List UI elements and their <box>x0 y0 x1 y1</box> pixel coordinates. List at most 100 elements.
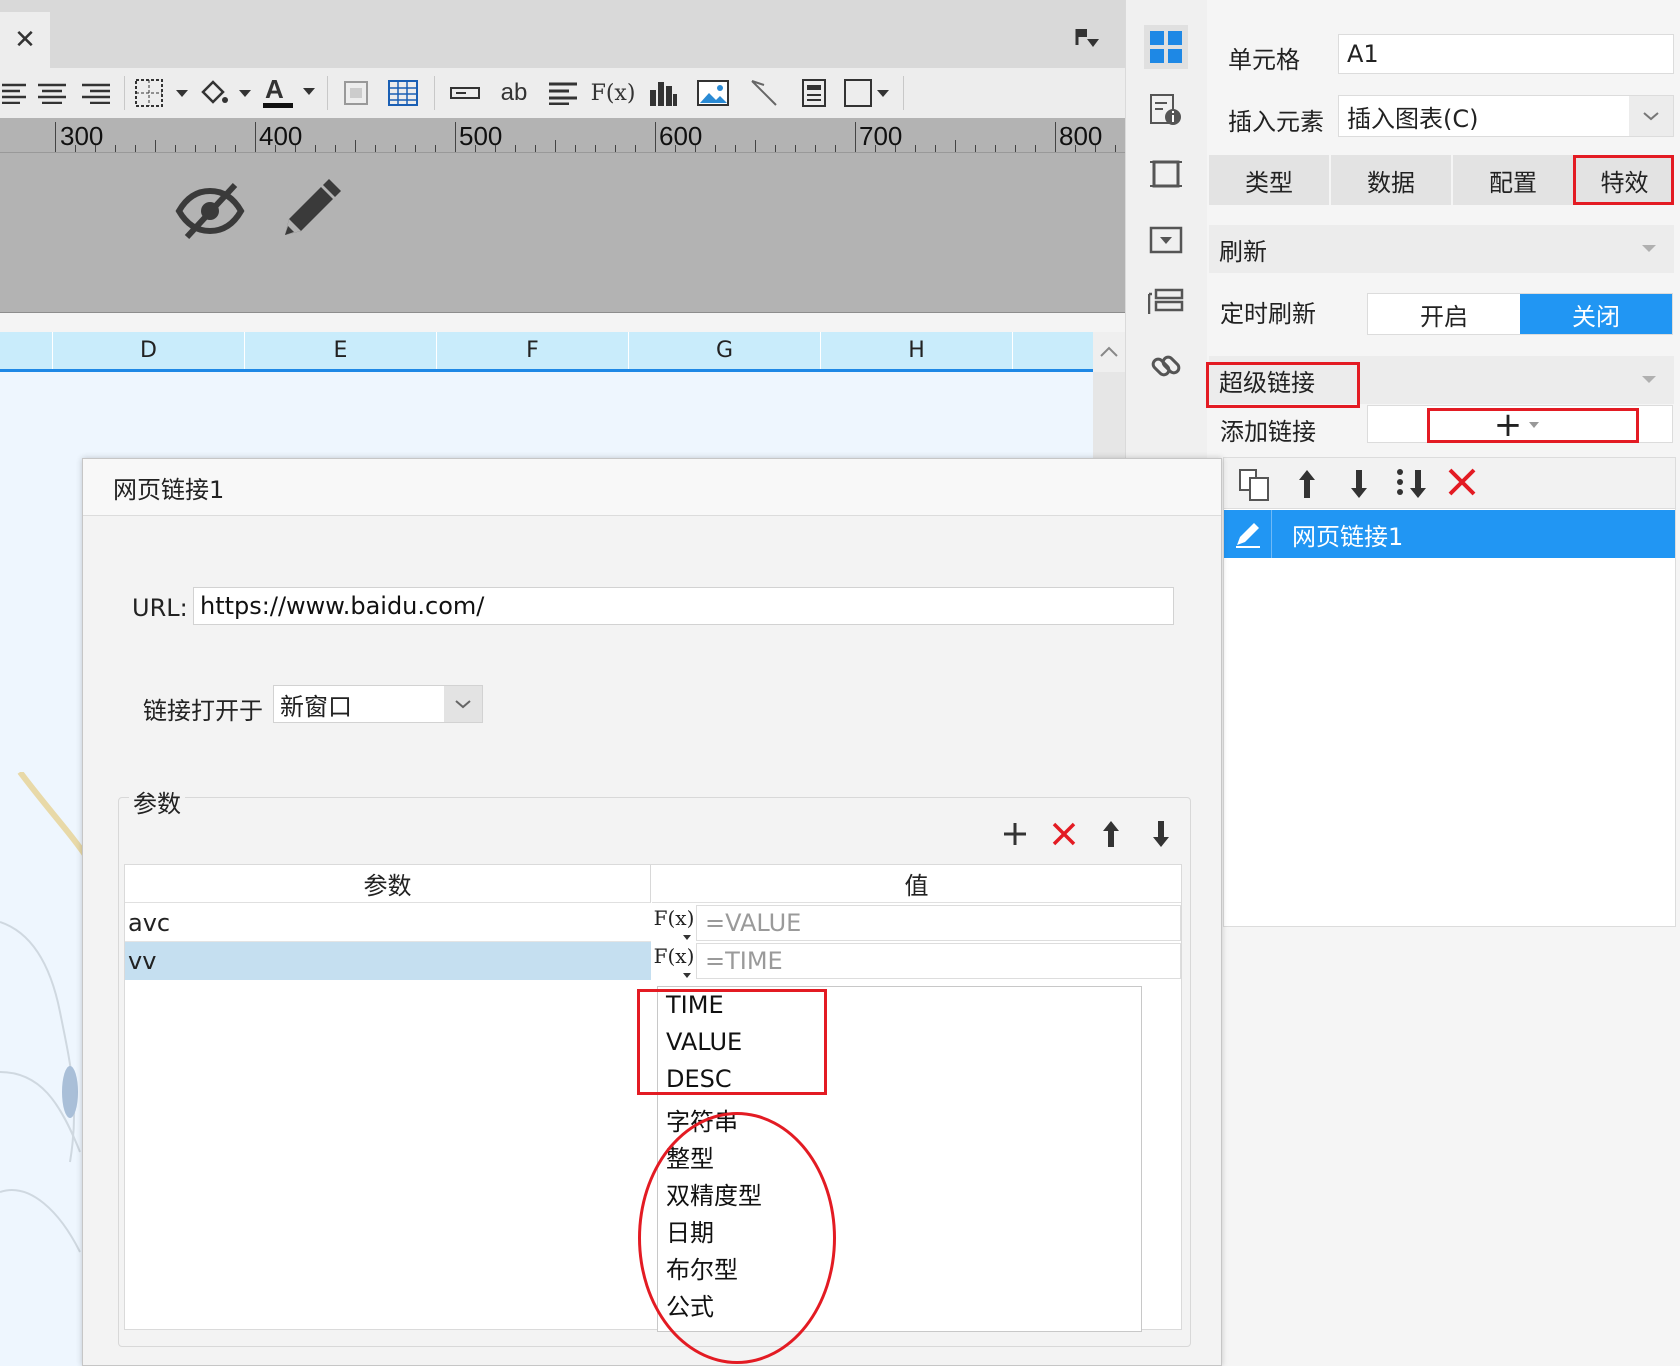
tab-config[interactable]: 配置 <box>1453 155 1573 205</box>
toolbar-divider <box>903 76 904 110</box>
open-in-value: 新窗口 <box>280 692 352 721</box>
link-list-item[interactable]: 网页链接1 <box>1224 510 1675 558</box>
ruler-tick <box>555 140 556 152</box>
column-header-bar: D E F G H <box>0 332 1093 372</box>
text-field-icon[interactable] <box>441 73 489 113</box>
widget-frame-icon[interactable] <box>1144 152 1188 196</box>
text-cell-icon[interactable] <box>334 73 378 113</box>
cell-border-dropdown-icon[interactable] <box>839 73 897 113</box>
eye-off-icon[interactable] <box>175 179 245 247</box>
column-header-d[interactable]: D <box>52 332 244 369</box>
chart-icon[interactable] <box>639 73 687 113</box>
link-item-label: 网页链接1 <box>1292 522 1404 551</box>
chevron-down-icon <box>1642 376 1656 383</box>
formula-button[interactable]: F(x) <box>587 73 639 113</box>
toggle-on-option[interactable]: 开启 <box>1368 294 1520 334</box>
image-icon[interactable] <box>687 73 739 113</box>
timer-refresh-label: 定时刷新 <box>1220 300 1316 328</box>
column-header-blank <box>1012 332 1093 369</box>
edit-icon[interactable] <box>1224 510 1272 558</box>
copy-icon[interactable] <box>1236 466 1272 506</box>
cell-info-icon[interactable] <box>1144 88 1188 132</box>
align-left-icon[interactable] <box>0 73 30 113</box>
move-up-icon[interactable] <box>1292 466 1322 506</box>
fx-icon: F(x) <box>653 906 695 930</box>
ruler-tick <box>1095 145 1096 152</box>
param-name-cell[interactable]: avc <box>125 904 651 942</box>
hyperlink-icon[interactable] <box>1144 344 1188 388</box>
formula-button[interactable]: F(x) <box>653 904 695 942</box>
web-link-dialog: 网页链接1 URL: 链接打开于 新窗口 参数 参数 值 avc F(x) =V… <box>82 458 1222 1366</box>
param-name-cell[interactable]: vv <box>125 942 651 980</box>
ruler-tick <box>255 122 256 152</box>
align-right-icon[interactable] <box>74 73 118 113</box>
svg-text:A: A <box>265 76 284 104</box>
list-widget-icon[interactable] <box>1144 280 1188 324</box>
ruler-tick <box>155 140 156 152</box>
url-input[interactable] <box>193 587 1174 625</box>
column-header-f[interactable]: F <box>436 332 628 369</box>
add-param-icon[interactable] <box>1000 819 1030 853</box>
table-header-value: 值 <box>652 865 1181 903</box>
ruler-tick <box>855 122 856 152</box>
align-center-icon[interactable] <box>30 73 74 113</box>
params-group-title: 参数 <box>129 784 185 819</box>
ruler-tick <box>695 145 696 152</box>
cell-label: 单元格 <box>1228 46 1300 74</box>
ruler-label: 300 <box>60 121 104 151</box>
ruler-tick <box>135 145 136 152</box>
cell-field[interactable]: A1 <box>1338 34 1674 74</box>
refresh-section-header[interactable]: 刷新 <box>1209 225 1674 273</box>
tab-menu-icon[interactable] <box>1072 24 1104 52</box>
param-value-input[interactable]: =VALUE <box>696 905 1181 941</box>
ruler-tick <box>375 145 376 152</box>
report-icon[interactable] <box>789 73 839 113</box>
formula-button[interactable]: F(x) <box>654 942 694 980</box>
scroll-up-button[interactable] <box>1093 332 1125 372</box>
column-header-e[interactable]: E <box>244 332 436 369</box>
ruler-tick <box>715 145 716 152</box>
open-in-select[interactable]: 新窗口 <box>273 685 483 723</box>
slash-icon[interactable] <box>739 73 789 113</box>
chevron-down-icon <box>683 935 691 940</box>
close-tab-button[interactable]: ✕ <box>0 12 50 68</box>
chevron-down-icon[interactable] <box>444 686 482 722</box>
move-down-icon[interactable] <box>1344 466 1374 506</box>
ruler-tick <box>455 122 456 152</box>
move-bottom-icon[interactable] <box>1394 466 1430 506</box>
fill-color-icon[interactable] <box>193 73 257 113</box>
param-down-icon[interactable] <box>1148 817 1174 855</box>
text-label-button[interactable]: ab <box>489 73 539 113</box>
pencil-icon[interactable] <box>277 177 343 247</box>
ruler-tick <box>595 145 596 152</box>
insert-element-value: 插入图表(C) <box>1347 104 1479 133</box>
tab-type[interactable]: 类型 <box>1209 155 1329 205</box>
param-up-icon[interactable] <box>1098 817 1124 855</box>
toolbar-divider <box>124 76 125 110</box>
column-header-h[interactable]: H <box>820 332 1012 369</box>
table-icon[interactable] <box>378 73 428 113</box>
font-color-icon[interactable]: A <box>257 73 321 113</box>
toggle-off-option[interactable]: 关闭 <box>1520 294 1672 334</box>
delete-icon[interactable] <box>1446 466 1478 502</box>
ruler-tick <box>475 145 476 152</box>
ruler-tick <box>775 145 776 152</box>
chevron-down-icon[interactable] <box>1629 96 1673 136</box>
dropdown-widget-icon[interactable] <box>1144 218 1188 262</box>
ruler-tick <box>435 145 436 152</box>
column-header-g[interactable]: G <box>628 332 820 369</box>
column-header-blank <box>0 332 52 369</box>
border-dropdown-icon[interactable] <box>131 73 193 113</box>
paragraph-icon[interactable] <box>539 73 587 113</box>
ruler-tick <box>275 145 276 152</box>
timer-refresh-toggle: 开启 关闭 <box>1367 293 1673 335</box>
close-icon[interactable]: ✕ <box>14 25 36 55</box>
param-value-input[interactable]: =TIME <box>696 943 1181 979</box>
tab-data[interactable]: 数据 <box>1331 155 1451 205</box>
insert-element-select[interactable]: 插入图表(C) <box>1338 95 1674 137</box>
open-in-label: 链接打开于 <box>143 697 263 725</box>
cell-properties-icon[interactable] <box>1144 25 1188 69</box>
delete-param-icon[interactable] <box>1049 819 1079 853</box>
ruler-tick <box>815 145 816 152</box>
ruler-tick <box>335 145 336 152</box>
